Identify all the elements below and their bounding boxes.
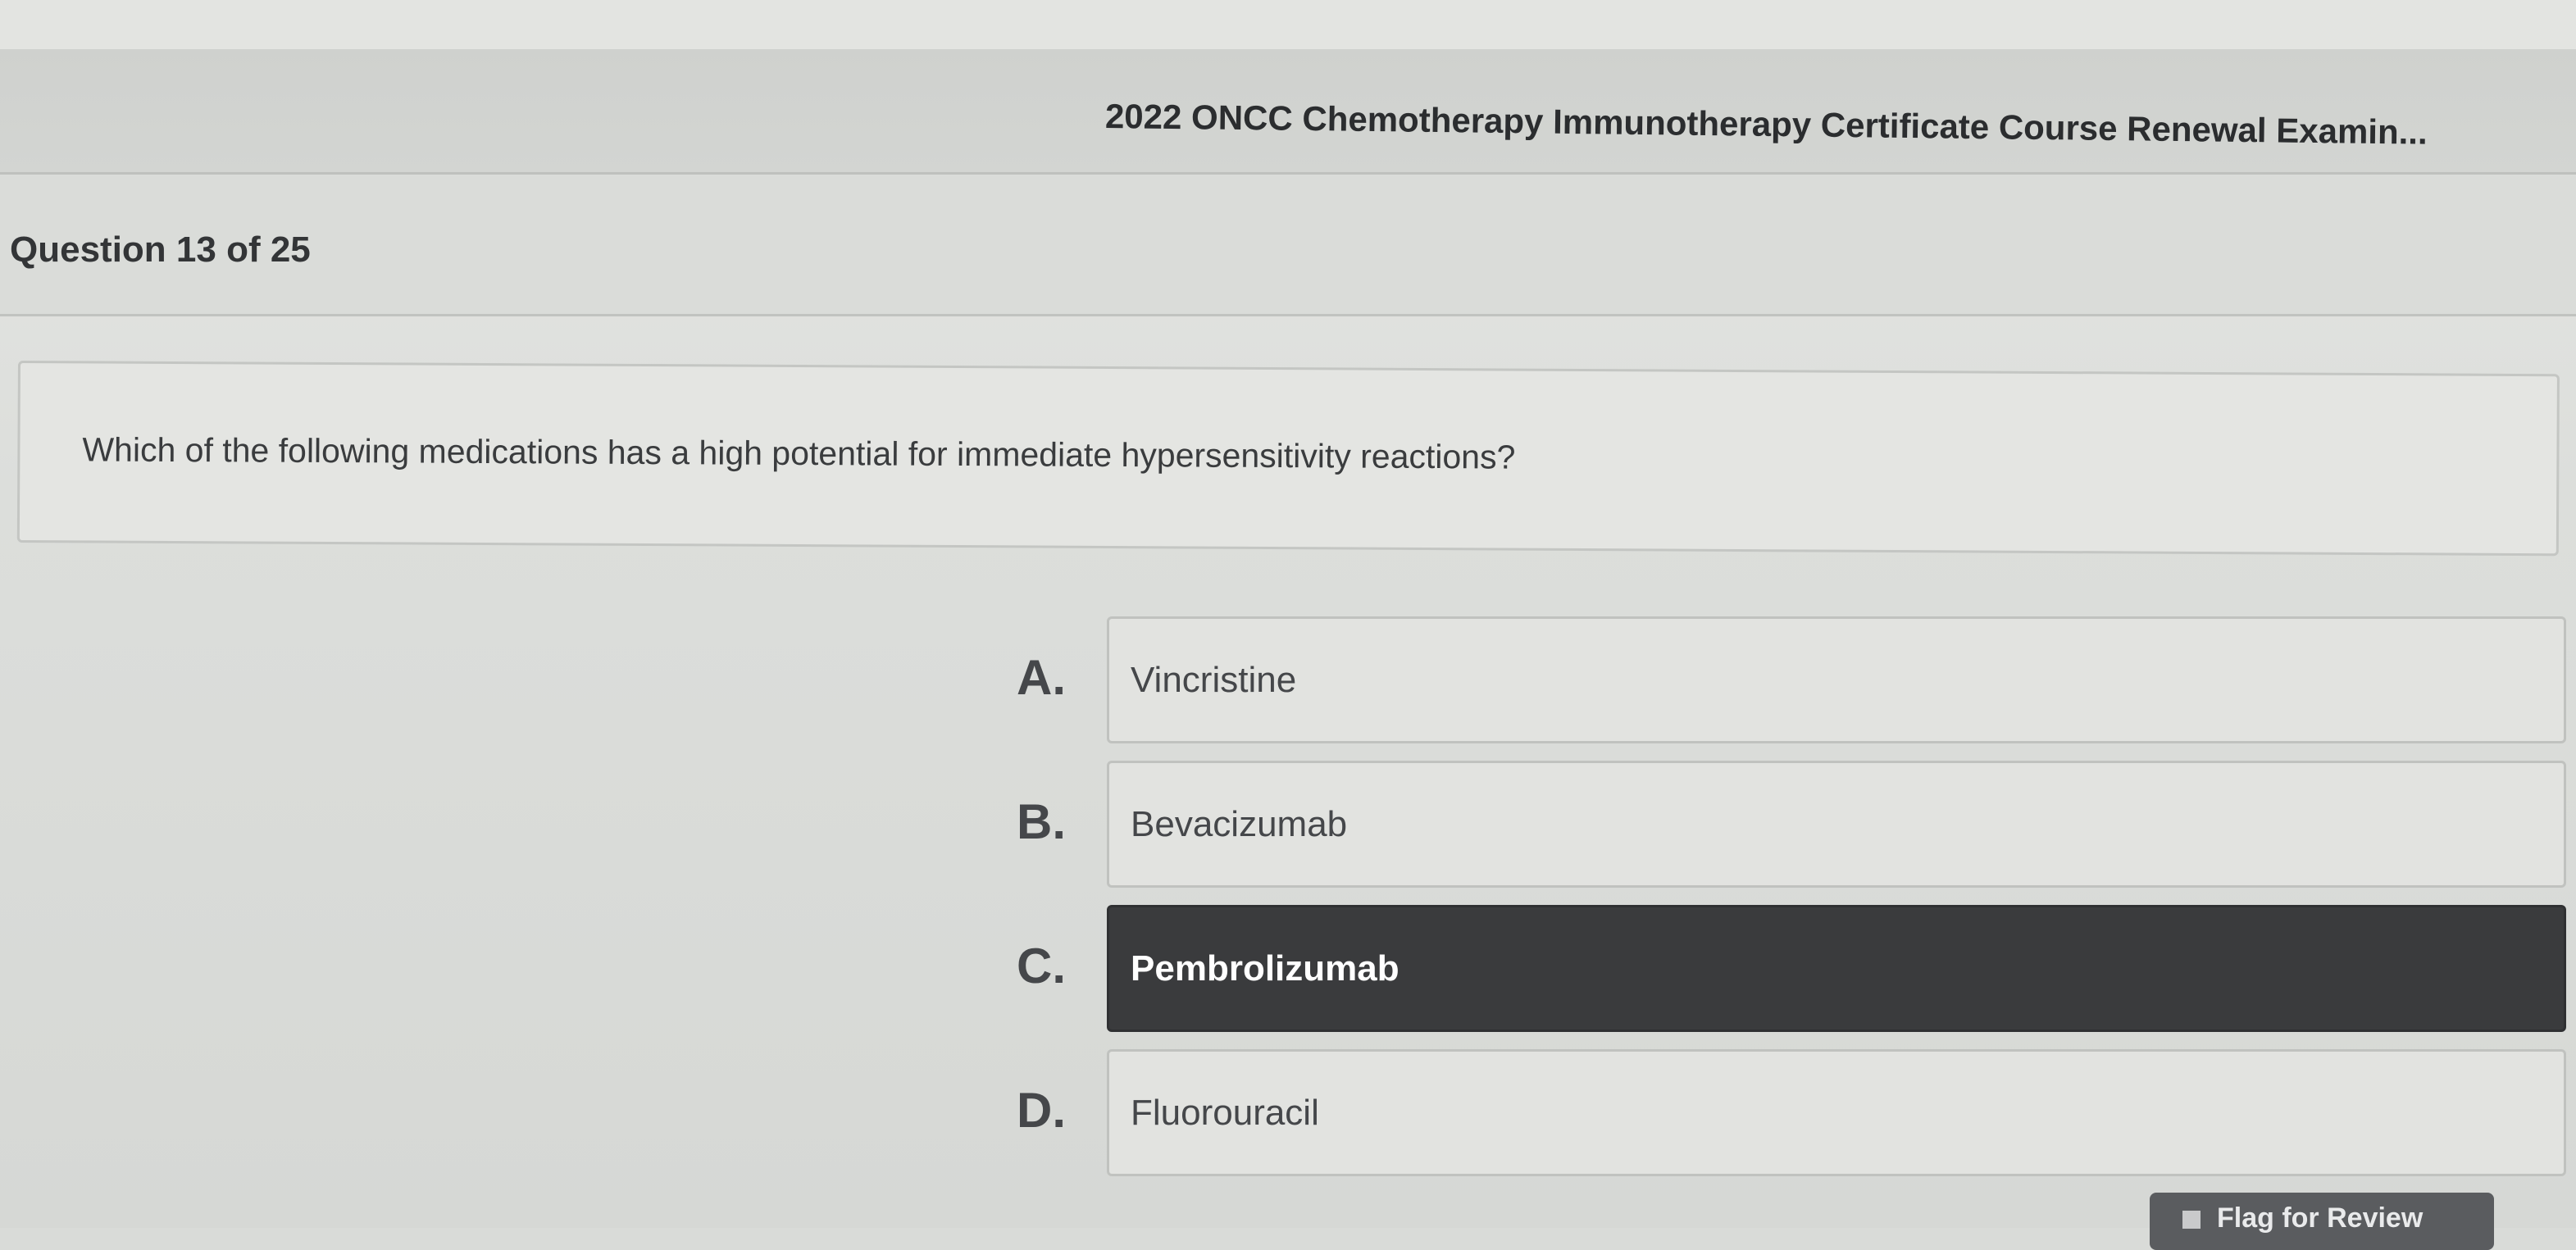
question-counter-row bbox=[0, 175, 2576, 316]
question-text: Which of the following medications has a… bbox=[82, 430, 1516, 476]
answer-text: Bevacizumab bbox=[1131, 804, 1348, 844]
answer-text: Vincristine bbox=[1131, 660, 1297, 700]
answer-letter: C. bbox=[1017, 939, 1066, 993]
flag-icon bbox=[2182, 1211, 2201, 1230]
answer-option-button[interactable]: Vincristine bbox=[1107, 616, 2566, 743]
answer-letter: A. bbox=[1017, 650, 1066, 705]
answer-letter: B. bbox=[1017, 794, 1066, 849]
answer-option-button[interactable]: Bevacizumab bbox=[1107, 761, 2566, 888]
answer-option-button-selected[interactable]: Pembrolizumab bbox=[1107, 905, 2566, 1032]
answer-text: Fluorouracil bbox=[1131, 1093, 1319, 1133]
exam-screen: 2022 ONCC Chemotherapy Immunotherapy Cer… bbox=[0, 0, 2576, 1250]
answer-option-button[interactable]: Fluorouracil bbox=[1107, 1049, 2566, 1176]
answer-letter: D. bbox=[1017, 1083, 1066, 1138]
flag-for-review-button[interactable]: Flag for Review bbox=[2150, 1193, 2494, 1250]
question-counter: Question 13 of 25 bbox=[10, 230, 311, 270]
answer-option-d[interactable]: D. Fluorouracil bbox=[1008, 1049, 2570, 1176]
answer-list: A. Vincristine B. Bevacizumab C. Pembrol… bbox=[1008, 616, 2570, 1193]
answer-text: Pembrolizumab bbox=[1131, 948, 1400, 989]
question-card: Which of the following medications has a… bbox=[16, 361, 2560, 557]
top-strip bbox=[0, 0, 2576, 49]
answer-option-b[interactable]: B. Bevacizumab bbox=[1008, 761, 2570, 888]
review-button-label: Flag for Review bbox=[2217, 1202, 2424, 1234]
answer-option-c[interactable]: C. Pembrolizumab bbox=[1008, 905, 2570, 1032]
answer-option-a[interactable]: A. Vincristine bbox=[1008, 616, 2570, 743]
